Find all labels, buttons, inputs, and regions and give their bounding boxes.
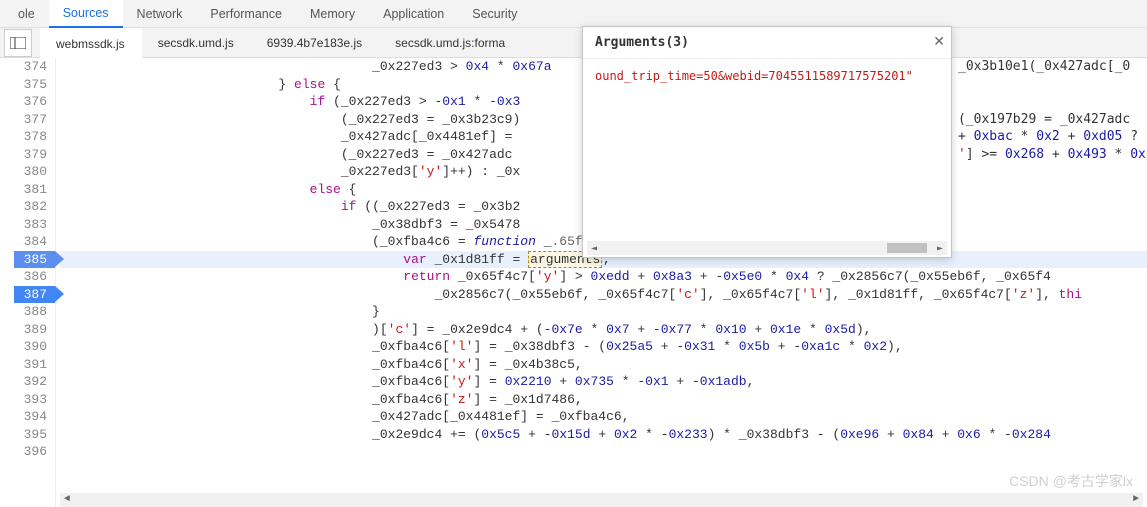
line-number[interactable]: 380: [14, 163, 47, 181]
close-icon[interactable]: ✕: [933, 33, 945, 50]
line-number[interactable]: 381: [14, 181, 47, 199]
tab-performance[interactable]: Performance: [196, 1, 296, 27]
tooltip-horizontal-scrollbar[interactable]: ◄ ►: [587, 241, 947, 255]
devtools-panels: ole Sources Network Performance Memory A…: [0, 0, 1147, 28]
scrollbar-thumb[interactable]: [887, 243, 927, 253]
source-editor: 3743753763773783793803813823833843853863…: [0, 58, 1147, 507]
line-number[interactable]: 377: [14, 111, 47, 129]
line-number[interactable]: 393: [14, 391, 47, 409]
scroll-right-icon[interactable]: ►: [933, 243, 947, 254]
line-number[interactable]: 389: [14, 321, 47, 339]
line-number[interactable]: 394: [14, 408, 47, 426]
line-number[interactable]: 374: [14, 58, 47, 76]
tab-console[interactable]: ole: [4, 1, 49, 27]
file-tab-6939[interactable]: 6939.4b7e183e.js: [251, 28, 379, 58]
line-number[interactable]: 385: [14, 251, 55, 269]
editor-horizontal-scrollbar[interactable]: ◄ ►: [60, 493, 1143, 507]
line-number[interactable]: 387: [14, 286, 55, 304]
scroll-left-icon[interactable]: ◄: [587, 243, 601, 254]
tooltip-value: ound_trip_time=50&webid=7045511589717575…: [595, 69, 913, 83]
file-tabs: webmssdk.js secsdk.umd.js 6939.4b7e183e.…: [0, 28, 1147, 58]
tab-security[interactable]: Security: [458, 1, 531, 27]
code-overflow: _0x3b10e1(_0x427adc[_0(_0x197b29 = _0x42…: [958, 58, 1146, 461]
line-number[interactable]: 386: [14, 268, 47, 286]
line-number[interactable]: 375: [14, 76, 47, 94]
line-number[interactable]: 396: [14, 443, 47, 461]
value-tooltip: ✕ Arguments(3) ound_trip_time=50&webid=7…: [582, 26, 952, 258]
file-tab-webmssdk[interactable]: webmssdk.js: [40, 28, 142, 58]
line-number[interactable]: 378: [14, 128, 47, 146]
file-tab-secsdk[interactable]: secsdk.umd.js: [142, 28, 251, 58]
line-number[interactable]: 382: [14, 198, 47, 216]
tooltip-title: Arguments(3): [583, 27, 951, 59]
line-number[interactable]: 379: [14, 146, 47, 164]
scroll-right-icon[interactable]: ►: [1129, 491, 1143, 507]
line-number[interactable]: 395: [14, 426, 47, 444]
tab-network[interactable]: Network: [123, 1, 197, 27]
line-number[interactable]: 383: [14, 216, 47, 234]
line-number[interactable]: 391: [14, 356, 47, 374]
line-gutter[interactable]: 3743753763773783793803813823833843853863…: [0, 58, 56, 507]
tab-application[interactable]: Application: [369, 1, 458, 27]
line-number[interactable]: 376: [14, 93, 47, 111]
line-number[interactable]: 388: [14, 303, 47, 321]
line-number[interactable]: 384: [14, 233, 47, 251]
file-tab-secsdk-format[interactable]: secsdk.umd.js:forma: [379, 28, 522, 58]
line-number[interactable]: 392: [14, 373, 47, 391]
line-number[interactable]: 390: [14, 338, 47, 356]
scroll-left-icon[interactable]: ◄: [60, 491, 74, 507]
tab-memory[interactable]: Memory: [296, 1, 369, 27]
tooltip-body[interactable]: ound_trip_time=50&webid=7045511589717575…: [583, 59, 951, 257]
navigator-toggle-icon[interactable]: [4, 29, 32, 57]
tab-sources[interactable]: Sources: [49, 0, 123, 28]
